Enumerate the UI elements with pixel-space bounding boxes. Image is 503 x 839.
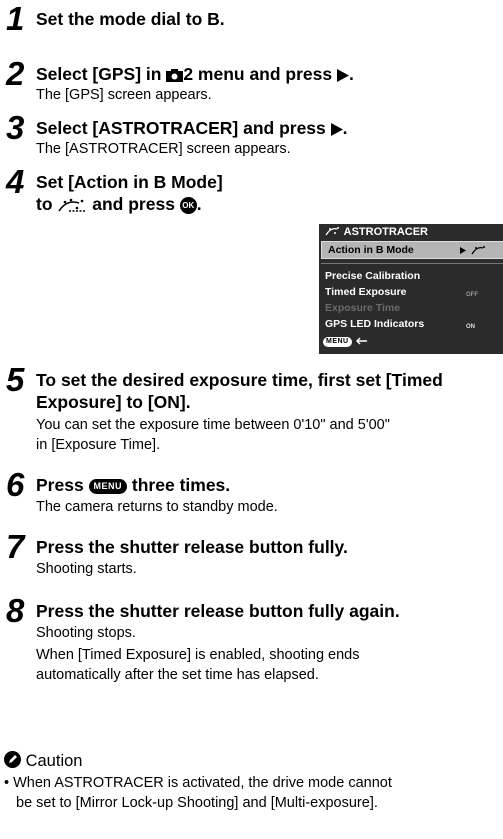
step-description: Shooting starts.	[36, 561, 137, 577]
step-number: 1	[6, 0, 25, 37]
screen-row-gps-led-indicators[interactable]: GPS LED Indicators ON	[319, 316, 503, 332]
caution-pencil-icon	[4, 751, 21, 768]
screen-title: ASTROTRACER	[319, 224, 503, 241]
astrotracer-icon	[471, 246, 485, 255]
step-number: 3	[6, 109, 25, 146]
step-title: Select [ASTROTRACER] and press .	[36, 118, 348, 138]
astrotracer-icon	[58, 199, 86, 213]
caution-heading: Caution	[4, 751, 82, 771]
step-title: Set [Action in B Mode]	[36, 172, 223, 192]
divider	[321, 263, 503, 264]
step-description: The [GPS] screen appears.	[36, 87, 212, 103]
screen-row-precise-calibration[interactable]: Precise Calibration	[319, 268, 503, 284]
step-title: Select [GPS] in 2 menu and press .	[36, 64, 354, 84]
step-title: Set the mode dial to B.	[36, 9, 225, 29]
screen-footer: MENU	[323, 333, 368, 351]
step-description-line2: in [Exposure Time].	[36, 437, 161, 453]
right-arrow-icon	[330, 122, 343, 136]
step-title: To set the desired exposure time, first …	[36, 370, 443, 390]
step-description: You can set the exposure time between 0'…	[36, 417, 390, 433]
step-number: 2	[6, 55, 25, 92]
ok-button-icon: OK	[179, 196, 197, 214]
step-description: Shooting stops.	[36, 625, 136, 641]
step-title: Press the shutter release button fully a…	[36, 601, 400, 621]
step-title-line2: to and press OK.	[36, 194, 202, 214]
astrotracer-icon	[325, 227, 339, 236]
menu-button-icon: MENU	[88, 478, 128, 494]
right-arrow-icon	[460, 247, 466, 254]
step-number: 8	[6, 592, 25, 629]
step-number: 7	[6, 528, 25, 565]
step-title: Press MENU three times.	[36, 475, 231, 495]
camera-menu-icon	[166, 68, 184, 82]
back-arrow-icon	[356, 337, 368, 345]
menu-button-icon: MENU	[323, 336, 352, 347]
step-title: Press the shutter release button fully.	[36, 537, 348, 557]
caution-bullet: • When ASTROTRACER is activated, the dri…	[4, 775, 392, 811]
step-number: 6	[6, 466, 25, 503]
screen-row-action-in-b-mode[interactable]: Action in B Mode	[321, 241, 503, 259]
step-description: The camera returns to standby mode.	[36, 499, 278, 515]
step-number: 4	[6, 163, 25, 200]
step-description-line3: automatically after the set time has ela…	[36, 667, 319, 683]
step-description: The [ASTROTRACER] screen appears.	[36, 141, 291, 157]
step-description-line2: When [Timed Exposure] is enabled, shooti…	[36, 647, 360, 663]
astrotracer-screen: ASTROTRACER Action in B Mode Precise Cal…	[319, 224, 503, 354]
right-arrow-icon	[336, 68, 349, 82]
step-title-line2: Exposure] to [ON].	[36, 392, 191, 412]
screen-row-exposure-time: Exposure Time	[325, 302, 401, 314]
gps-led-value: ON	[466, 324, 475, 330]
step-number: 5	[6, 361, 25, 398]
screen-row-timed-exposure[interactable]: Timed Exposure OFF	[319, 284, 503, 300]
